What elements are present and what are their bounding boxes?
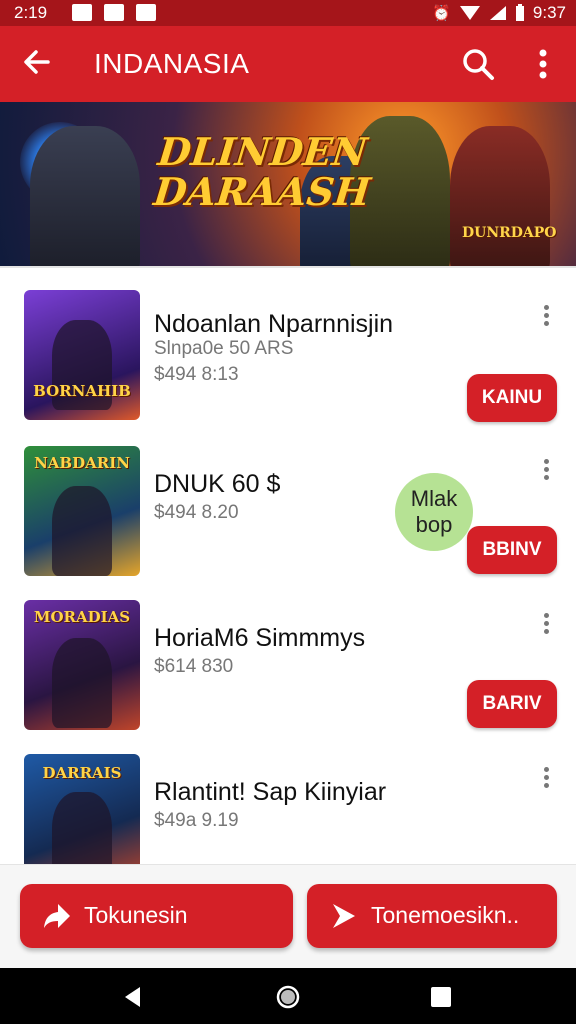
banner-badge: DUNRDAPO xyxy=(462,225,557,241)
button-label: Tokunesin xyxy=(84,902,188,928)
image-notification-icon xyxy=(72,4,92,21)
status-time-secondary: 9:37 xyxy=(532,3,566,22)
action-button[interactable]: BARIV xyxy=(467,680,557,728)
game-name[interactable]: Ndoanlan Nparnnisjin xyxy=(154,310,393,339)
game-price: $494 8.20 xyxy=(154,502,239,523)
game-thumbnail[interactable]: NABDARIN xyxy=(24,446,140,576)
game-thumbnail[interactable]: MORADIAS xyxy=(24,600,140,730)
banner-hero-figure xyxy=(450,126,550,266)
character-art xyxy=(52,486,112,576)
wifi-icon xyxy=(459,6,480,20)
flipboard-icon xyxy=(104,4,124,21)
game-thumbnail[interactable]: BORNAHIB xyxy=(24,290,140,420)
thumbnail-title: DARRAIS xyxy=(42,764,122,782)
button-label: Tonemoesikn.. xyxy=(371,902,520,928)
character-art xyxy=(52,638,112,728)
recents-square-icon[interactable] xyxy=(428,984,454,1010)
message-icon xyxy=(136,4,156,21)
game-subtitle: Slnpa0e 50 ARS xyxy=(154,338,294,359)
list-item[interactable]: NABDARIN DNUK 60 $ $494 8.20 BBINV xyxy=(0,440,576,594)
page-title: INDANASIA xyxy=(94,48,250,79)
search-icon[interactable] xyxy=(458,44,498,84)
game-price: $49a 9.19 xyxy=(154,810,239,831)
battery-icon xyxy=(515,4,524,21)
home-circle-icon[interactable] xyxy=(275,984,301,1010)
share-arrow-icon xyxy=(44,904,70,928)
action-button[interactable]: BBINV xyxy=(467,526,557,574)
bottom-left-button[interactable]: Tokunesin xyxy=(20,884,293,948)
thumbnail-title: BORNAHIB xyxy=(33,382,131,400)
game-price: $614 830 xyxy=(154,656,234,677)
status-time: 2:19 xyxy=(14,3,48,22)
more-vert-icon[interactable] xyxy=(536,764,556,794)
floating-chat-bubble[interactable]: Mlak bop xyxy=(395,473,473,551)
game-list: BORNAHIB Ndoanlan Nparnnisjin Slnpa0e 50… xyxy=(0,266,576,864)
status-bar: 2:19 ⏰ 9:37 xyxy=(0,0,576,26)
system-nav-bar xyxy=(0,968,576,1024)
featured-banner[interactable]: DLINDEN DARAASH xyxy=(0,102,576,266)
game-price: $494 8:13 xyxy=(154,364,239,385)
game-name[interactable]: Rlantint! Sap Kiinyiar xyxy=(154,778,386,807)
banner-hero-figure xyxy=(30,126,140,266)
more-vert-icon[interactable] xyxy=(536,610,556,640)
game-name[interactable]: HoriaM6 Simmmys xyxy=(154,624,365,653)
more-vert-icon[interactable] xyxy=(536,456,556,486)
action-button[interactable]: KAINU xyxy=(467,374,557,422)
signal-icon xyxy=(489,6,506,20)
app-bar: INDANASIA xyxy=(0,26,576,102)
thumbnail-title: NABDARIN xyxy=(34,454,130,472)
banner-game-logo: DLINDEN DARAASH xyxy=(151,129,373,214)
alarm-icon: ⏰ xyxy=(432,5,451,22)
bottom-right-button[interactable]: Tonemoesikn.. xyxy=(307,884,557,948)
play-arrow-icon xyxy=(333,904,355,928)
list-item[interactable]: MORADIAS HoriaM6 Simmmys $614 830 BARIV xyxy=(0,594,576,748)
more-vert-icon[interactable] xyxy=(528,44,558,84)
thumbnail-title: MORADIAS xyxy=(33,608,131,626)
back-arrow-icon[interactable] xyxy=(18,42,58,82)
game-name[interactable]: DNUK 60 $ xyxy=(154,470,280,499)
list-item[interactable]: BORNAHIB Ndoanlan Nparnnisjin Slnpa0e 50… xyxy=(0,286,576,440)
back-triangle-icon[interactable] xyxy=(120,984,146,1010)
more-vert-icon[interactable] xyxy=(536,302,556,332)
list-item[interactable]: DARRAIS Rlantint! Sap Kiinyiar $49a 9.19 xyxy=(0,748,576,864)
game-thumbnail[interactable]: DARRAIS xyxy=(24,754,140,864)
character-art xyxy=(52,792,112,864)
